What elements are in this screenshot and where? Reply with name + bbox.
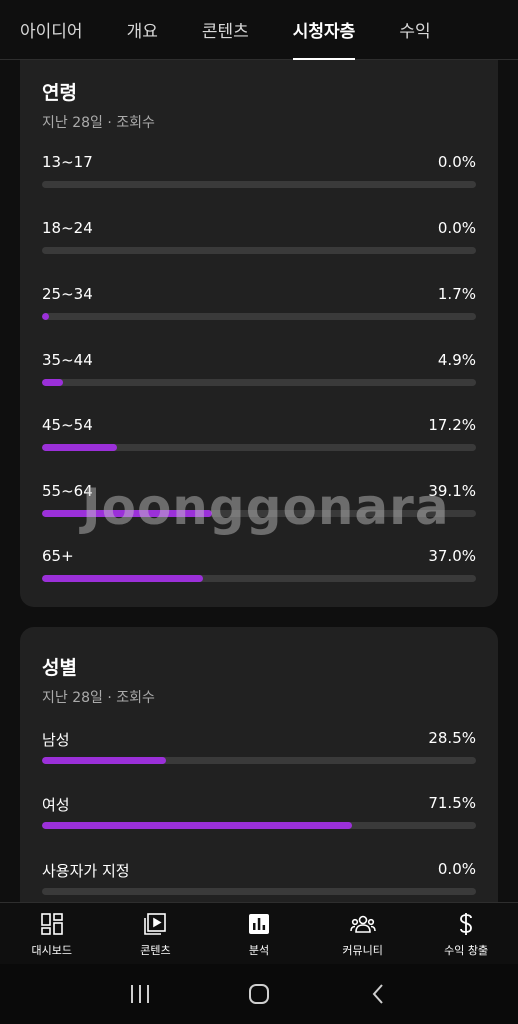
gender-row-value: 28.5%	[428, 729, 476, 747]
age-row-track	[42, 379, 476, 386]
gender-row-value: 0.0%	[437, 860, 476, 878]
age-row-value: 0.0%	[437, 219, 476, 237]
age-row-value: 17.2%	[428, 416, 476, 434]
age-row-track	[42, 247, 476, 254]
age-row-value: 4.9%	[437, 351, 476, 369]
nav-dashboard[interactable]: 대시보드	[0, 903, 104, 964]
nav-monetization[interactable]: 수익 창출	[414, 903, 518, 964]
home-icon	[248, 984, 269, 1004]
age-row-track	[42, 181, 476, 188]
home-button[interactable]	[239, 974, 279, 1014]
top-tab-bar: 아이디어 개요 콘텐츠 시청자층 수익	[0, 0, 518, 60]
age-row-13-17: 13~17 0.0%	[42, 153, 476, 193]
system-nav-bar	[0, 964, 518, 1024]
tab-overview[interactable]: 개요	[127, 0, 158, 60]
age-row-55-64: 55~64 39.1%	[42, 482, 476, 522]
gender-row-value: 71.5%	[428, 794, 476, 812]
back-button[interactable]	[358, 974, 398, 1014]
nav-label: 수익 창출	[444, 944, 489, 957]
age-row-value: 39.1%	[428, 482, 476, 500]
tab-ideas[interactable]: 아이디어	[20, 0, 83, 60]
gender-row-track	[42, 822, 476, 829]
bottom-nav: 대시보드 콘텐츠 분석 커뮤니티 수익 창출	[0, 902, 518, 964]
age-row-label: 45~54	[42, 416, 93, 434]
gender-row-male: 남성 28.5%	[42, 729, 476, 769]
age-row-45-54: 45~54 17.2%	[42, 416, 476, 456]
age-card: 연령 지난 28일 · 조회수 13~17 0.0% 18~24 0.0% 25…	[20, 60, 498, 607]
analytics-icon	[246, 911, 272, 937]
age-row-label: 18~24	[42, 219, 93, 237]
age-row-18-24: 18~24 0.0%	[42, 219, 476, 259]
gender-card-title: 성별	[42, 657, 77, 679]
nav-label: 콘텐츠	[140, 944, 171, 957]
age-card-subtitle: 지난 28일 · 조회수	[42, 115, 155, 131]
gender-row-user-specified: 사용자가 지정 0.0%	[42, 860, 476, 900]
tab-audience[interactable]: 시청자층	[292, 0, 355, 60]
age-row-fill	[42, 575, 203, 582]
age-row-label: 13~17	[42, 153, 93, 171]
gender-row-label: 남성	[42, 731, 70, 749]
tab-revenue[interactable]: 수익	[399, 0, 430, 60]
gender-row-label: 여성	[42, 796, 70, 814]
recent-apps-button[interactable]	[120, 974, 160, 1014]
nav-analytics[interactable]: 분석	[207, 903, 311, 964]
recent-apps-icon	[130, 985, 149, 1003]
age-row-value: 1.7%	[437, 285, 476, 303]
gender-card: 성별 지난 28일 · 조회수 남성 28.5% 여성 71.5% 사용자가 지…	[20, 627, 498, 902]
nav-label: 대시보드	[31, 944, 73, 957]
nav-label: 커뮤니티	[342, 944, 383, 957]
age-row-fill	[42, 379, 64, 386]
age-row-value: 37.0%	[428, 547, 476, 565]
age-card-title: 연령	[42, 82, 77, 104]
age-row-65-plus: 65+ 37.0%	[42, 547, 476, 587]
age-row-fill	[42, 510, 212, 517]
age-row-track	[42, 444, 476, 451]
gender-row-track	[42, 757, 476, 764]
age-row-track	[42, 313, 476, 320]
community-icon	[349, 911, 376, 937]
tab-content[interactable]: 콘텐츠	[202, 0, 249, 60]
dashboard-icon	[39, 911, 65, 937]
nav-content[interactable]: 콘텐츠	[104, 903, 208, 964]
age-row-label: 65+	[42, 547, 74, 565]
scroll-content[interactable]: 연령 지난 28일 · 조회수 13~17 0.0% 18~24 0.0% 25…	[0, 60, 518, 902]
age-row-fill	[42, 444, 117, 451]
age-row-label: 55~64	[42, 482, 93, 500]
gender-row-label: 사용자가 지정	[42, 862, 130, 880]
gender-row-fill	[42, 757, 166, 764]
content-icon	[142, 911, 168, 937]
nav-label: 분석	[248, 944, 270, 957]
nav-community[interactable]: 커뮤니티	[311, 903, 415, 964]
age-row-label: 25~34	[42, 285, 93, 303]
back-icon	[372, 984, 384, 1004]
age-row-25-34: 25~34 1.7%	[42, 285, 476, 325]
age-row-35-44: 35~44 4.9%	[42, 351, 476, 391]
gender-row-track	[42, 888, 476, 895]
age-row-fill	[42, 313, 50, 320]
gender-row-female: 여성 71.5%	[42, 794, 476, 834]
dollar-icon	[453, 911, 479, 937]
age-row-label: 35~44	[42, 351, 93, 369]
age-row-track	[42, 575, 476, 582]
age-row-value: 0.0%	[437, 153, 476, 171]
gender-row-fill	[42, 822, 353, 829]
gender-card-subtitle: 지난 28일 · 조회수	[42, 690, 155, 706]
app-screen: 아이디어 개요 콘텐츠 시청자층 수익 연령 지난 28일 · 조회수 13~1…	[0, 0, 518, 1024]
age-row-track	[42, 510, 476, 517]
